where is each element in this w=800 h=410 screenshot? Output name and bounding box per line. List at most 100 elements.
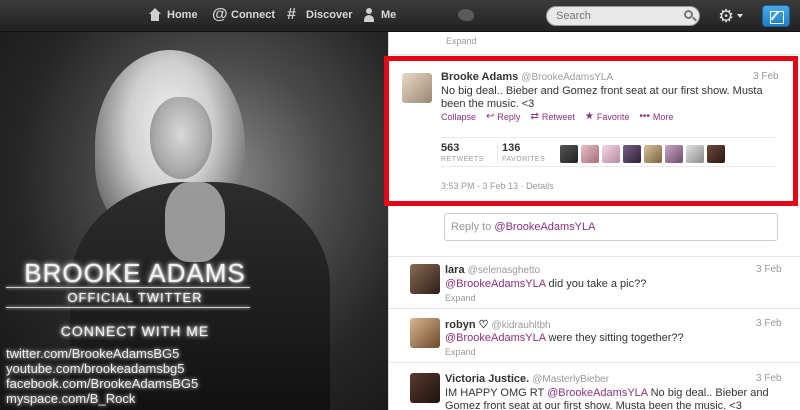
tweet-author-name[interactable]: Victoria Justice. <box>445 373 529 385</box>
favorite-label: Favorite <box>596 111 630 122</box>
tweet-date[interactable]: 3 Feb <box>756 264 782 275</box>
retweet-button[interactable]: ⇄ Retweet <box>530 111 574 122</box>
reply-icon: ↩ <box>486 111 495 122</box>
background-divider-top <box>6 287 250 288</box>
avatar[interactable] <box>560 145 578 163</box>
tweet-date[interactable]: 3 Feb <box>753 71 779 82</box>
timeline-divider <box>389 54 800 55</box>
nav-home-label: Home <box>167 9 198 21</box>
tweet-header: lara @selenasghetto <box>445 264 540 276</box>
tweet-stats: 563 RETWEETS 136 FAVORITES <box>441 137 775 167</box>
nav-discover-label: Discover <box>306 9 353 21</box>
background-link-myspace: myspace.com/B_Rock <box>6 391 136 406</box>
background-subtitle: OFFICIAL TWITTER <box>67 290 203 305</box>
twitter-bird-icon[interactable] <box>458 9 474 21</box>
avatar[interactable] <box>602 145 620 163</box>
compose-tweet-button[interactable] <box>762 5 790 27</box>
timeline-divider <box>389 256 800 257</box>
focused-tweet[interactable]: Brooke Adams @BrookeAdamsYLA 3 Feb No bi… <box>384 56 798 206</box>
background-link-youtube: youtube.com/brookeadamsbg5 <box>6 361 185 376</box>
timeline-divider <box>389 362 800 363</box>
home-icon <box>148 8 162 22</box>
avatar[interactable] <box>644 145 662 163</box>
avatar[interactable] <box>402 73 432 103</box>
tweet-actions: Collapse ↩ Reply ⇄ Retweet ★ Favorite ••• Mo… <box>441 111 673 122</box>
tweet-author-name[interactable]: Brooke Adams <box>441 71 518 83</box>
search-icon[interactable] <box>684 10 693 19</box>
retweet-count-value: 563 <box>441 142 460 154</box>
tweet-date[interactable]: 3 Feb <box>756 373 782 384</box>
favorite-count[interactable]: 136 FAVORITES <box>502 142 545 163</box>
avatar[interactable] <box>410 318 440 348</box>
favorite-count-value: 136 <box>502 142 521 154</box>
tweet-mention[interactable]: @BrookeAdamsYLA <box>445 278 545 290</box>
nav-home[interactable]: Home <box>148 8 198 22</box>
tweet-text: @BrookeAdamsYLA did you take a pic?? <box>445 278 785 291</box>
tweet-author-handle[interactable]: @kidrauhltbh <box>492 320 551 331</box>
avatar[interactable] <box>707 145 725 163</box>
reply-label: Reply <box>497 111 521 122</box>
tweet-mention[interactable]: @BrookeAdamsYLA <box>445 332 545 344</box>
background-link-facebook: facebook.com/BrookeAdamsBG5 <box>6 376 199 391</box>
retweet-count[interactable]: 563 RETWEETS <box>441 142 484 163</box>
tweet-author-name[interactable]: lara <box>445 264 465 276</box>
tweet-header: Victoria Justice. @MasterlyBieber <box>445 373 609 385</box>
twitter-page: BROOKE ADAMS OFFICIAL TWITTER CONNECT WI… <box>0 0 800 410</box>
reply-input[interactable]: Reply to @BrookeAdamsYLA <box>444 213 778 241</box>
timeline-divider <box>389 308 800 309</box>
more-label: More <box>652 111 674 122</box>
tweet-author-handle[interactable]: @BrookeAdamsYLA <box>521 72 613 83</box>
more-button[interactable]: ••• More <box>639 111 673 122</box>
tweet-timestamp: 3:53 PM - 3 Feb 13 · Details <box>441 181 554 191</box>
nav-discover[interactable]: # Discover <box>287 7 353 23</box>
avatar[interactable] <box>581 145 599 163</box>
tweet-date[interactable]: 3 Feb <box>756 318 782 329</box>
collapse-link[interactable]: Collapse <box>441 112 476 122</box>
avatar[interactable] <box>686 145 704 163</box>
chevron-down-icon[interactable] <box>737 14 743 18</box>
favorite-button[interactable]: ★ Favorite <box>585 111 629 122</box>
at-icon: @ <box>212 6 228 23</box>
top-nav-bar: Home @ Connect # Discover Me ⚙ <box>0 0 800 32</box>
tweet-text: No big deal.. Bieber and Gomez front sea… <box>441 85 763 110</box>
search-input[interactable] <box>546 6 700 26</box>
background-name: BROOKE ADAMS <box>24 258 246 288</box>
tweet-body: were they sitting together?? <box>545 332 684 344</box>
reply-button[interactable]: ↩ Reply <box>486 111 520 122</box>
tweet-mention[interactable]: @BrookeAdamsYLA <box>547 387 647 399</box>
previous-tweet-expand[interactable]: Expand <box>446 36 477 46</box>
background-link-twitter: twitter.com/BrookeAdamsBG5 <box>6 346 180 361</box>
tweet-header: Brooke Adams @BrookeAdamsYLA <box>441 71 613 83</box>
expand-link[interactable]: Expand <box>445 293 476 303</box>
tweet-author-name[interactable]: robyn ♡ <box>445 319 488 331</box>
retweet-count-label: RETWEETS <box>441 156 484 163</box>
background-divider-bottom <box>6 307 250 308</box>
tweet-text: IM HAPPY OMG RT @BrookeAdamsYLA No big d… <box>445 387 785 410</box>
tweet-author-handle[interactable]: @selenasghetto <box>468 265 540 276</box>
gear-icon[interactable]: ⚙ <box>718 7 734 25</box>
tweet-author-handle[interactable]: @MasterlyBieber <box>532 374 609 385</box>
reply-input-mention: @BrookeAdamsYLA <box>494 221 596 233</box>
tweet-body: did you take a pic?? <box>545 278 647 290</box>
background-photo-face <box>150 97 212 179</box>
avatar[interactable] <box>410 373 440 403</box>
nav-me[interactable]: Me <box>362 8 396 22</box>
nav-connect-label: Connect <box>231 9 275 21</box>
tweet-text: @BrookeAdamsYLA were they sitting togeth… <box>445 332 785 345</box>
favoriter-avatars <box>560 145 725 163</box>
nav-me-label: Me <box>381 9 397 21</box>
ellipsis-icon: ••• <box>639 111 650 122</box>
expand-link[interactable]: Expand <box>445 347 476 357</box>
nav-connect[interactable]: @ Connect <box>212 6 275 23</box>
avatar[interactable] <box>623 145 641 163</box>
stats-divider <box>497 142 498 164</box>
tweet-header: robyn ♡ @kidrauhltbh <box>445 318 551 331</box>
avatar[interactable] <box>665 145 683 163</box>
person-icon <box>362 8 376 22</box>
details-link[interactable]: Details <box>526 181 554 191</box>
tweet-time[interactable]: 3:53 PM - 3 Feb 13 <box>441 181 518 191</box>
avatar[interactable] <box>410 264 440 294</box>
reply-input-prefix: Reply to <box>451 221 495 233</box>
tweet-prefix: IM HAPPY OMG RT <box>445 387 548 399</box>
favorite-count-label: FAVORITES <box>502 156 546 163</box>
